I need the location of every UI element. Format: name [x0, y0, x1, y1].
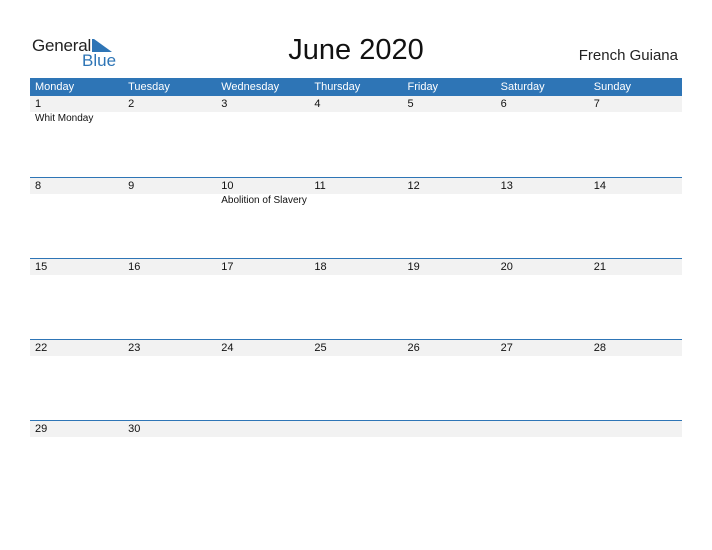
day-number: 15 [35, 261, 48, 273]
date-row: 29 30 [30, 421, 682, 437]
day-number: 2 [128, 98, 135, 110]
day-number: 11 [314, 180, 326, 192]
day-number: 20 [500, 261, 513, 273]
day-number: 1 [35, 98, 42, 110]
day-number [589, 421, 682, 437]
date-row: 1 2 3 4 5 6 7 [30, 96, 682, 112]
event-row: Abolition of Slavery [30, 194, 682, 208]
day-number: 29 [35, 423, 48, 435]
day-number: 28 [593, 342, 606, 354]
event-row: Whit Monday [30, 112, 682, 126]
weekday-saturday: Saturday [500, 81, 545, 93]
day-number [496, 421, 589, 437]
day-number: 4 [314, 98, 321, 110]
day-number: 3 [221, 98, 228, 110]
holiday-label [216, 112, 309, 126]
calendar-grid: Monday Tuesday Wednesday Thursday Friday… [30, 78, 682, 501]
weekday-wednesday: Wednesday [221, 81, 280, 93]
country-label: French Guiana [578, 47, 678, 64]
day-number: 17 [221, 261, 234, 273]
week-row: 29 30 [30, 420, 682, 501]
weekday-sunday: Sunday [593, 81, 632, 93]
day-number: 10 [221, 180, 234, 192]
day-number: 13 [500, 180, 513, 192]
day-number: 26 [407, 342, 420, 354]
holiday-label: Whit Monday [35, 113, 94, 124]
day-number: 24 [221, 342, 234, 354]
date-row: 15 16 17 18 19 20 21 [30, 259, 682, 275]
day-number: 22 [35, 342, 48, 354]
day-number: 23 [128, 342, 141, 354]
day-number: 9 [128, 180, 135, 192]
holiday-label: Abolition of Slavery [221, 195, 307, 206]
holiday-label [309, 112, 402, 126]
holiday-label [403, 194, 496, 208]
day-number: 12 [407, 180, 420, 192]
day-number [216, 421, 309, 437]
day-number: 8 [35, 180, 42, 192]
week-row: 15 16 17 18 19 20 21 [30, 258, 682, 339]
day-number: 14 [593, 180, 606, 192]
holiday-label [403, 112, 496, 126]
weekday-thursday: Thursday [314, 81, 361, 93]
day-number: 6 [500, 98, 507, 110]
day-number: 30 [128, 423, 141, 435]
weekday-friday: Friday [407, 81, 439, 93]
day-number: 21 [593, 261, 606, 273]
day-number: 7 [593, 98, 600, 110]
holiday-label [309, 194, 402, 208]
weekday-monday: Monday [35, 81, 75, 93]
holiday-label [123, 112, 216, 126]
holiday-label [496, 194, 589, 208]
week-row: 8 9 10 11 12 13 14 Abolition of Slavery [30, 177, 682, 258]
date-row: 22 23 24 25 26 27 28 [30, 340, 682, 356]
weekday-tuesday: Tuesday [128, 81, 170, 93]
day-number: 18 [314, 261, 327, 273]
holiday-label [589, 194, 682, 208]
week-row: 22 23 24 25 26 27 28 [30, 339, 682, 420]
holiday-label [30, 194, 123, 208]
weekday-header: Monday Tuesday Wednesday Thursday Friday… [30, 78, 682, 96]
holiday-label [589, 112, 682, 126]
day-number: 5 [407, 98, 414, 110]
day-number [403, 421, 496, 437]
holiday-label [123, 194, 216, 208]
holiday-label [496, 112, 589, 126]
date-row: 8 9 10 11 12 13 14 [30, 178, 682, 194]
day-number: 19 [407, 261, 420, 273]
week-row: 1 2 3 4 5 6 7 Whit Monday [30, 96, 682, 177]
day-number: 27 [500, 342, 513, 354]
day-number [309, 421, 402, 437]
day-number: 16 [128, 261, 141, 273]
day-number: 25 [314, 342, 327, 354]
